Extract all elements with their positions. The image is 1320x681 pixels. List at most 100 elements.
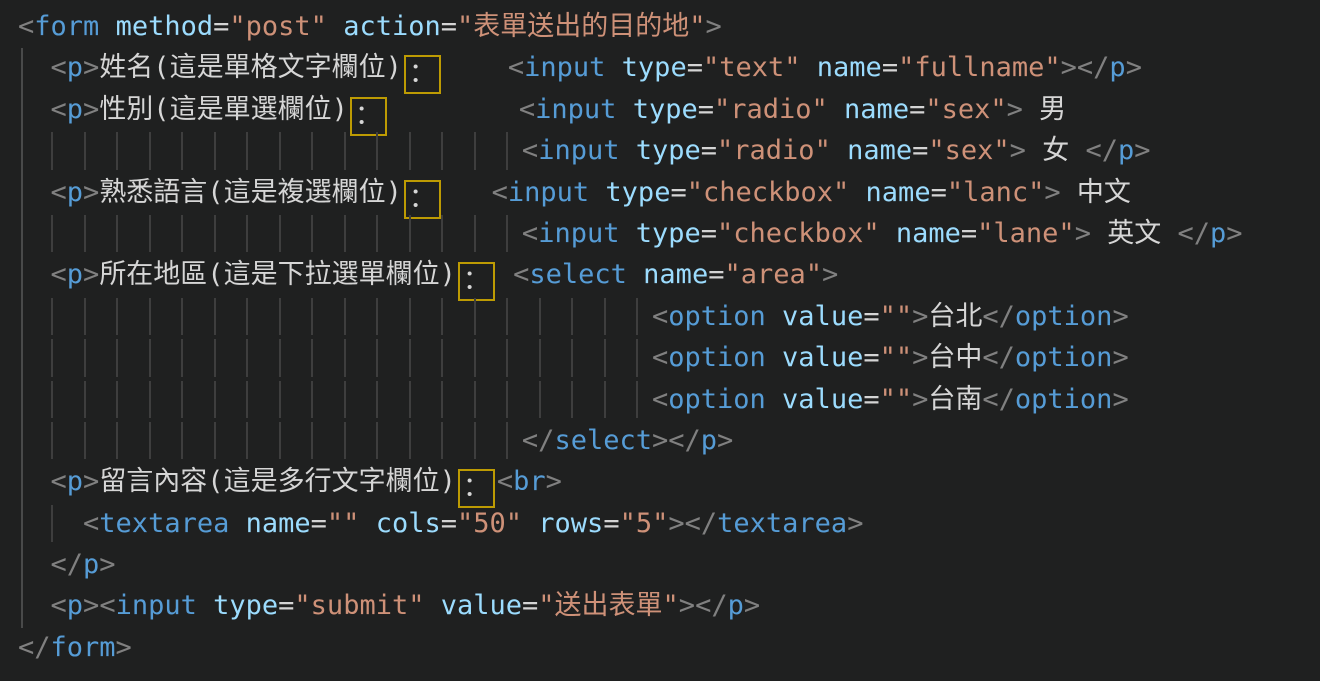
code-token-string: "radio" — [717, 135, 831, 166]
indent-guide — [84, 422, 86, 459]
indent-guide — [376, 381, 378, 418]
code-token-punctuation: < — [99, 590, 115, 621]
indent-guide — [279, 422, 281, 459]
code-token-equals-sign: = — [912, 135, 928, 166]
code-line-2[interactable]: <p>姓名(這是單格文字欄位)： <input type="text" name… — [0, 47, 1320, 88]
code-token-equals-sign: = — [701, 135, 717, 166]
indent-guide — [409, 339, 411, 376]
code-token-tag-name: p — [67, 259, 83, 290]
indent-guide — [214, 422, 216, 459]
code-token-punctuation: > — [83, 259, 99, 290]
code-token-punctuation: > — [912, 384, 928, 415]
code-token-punctuation: </ — [982, 301, 1015, 332]
code-line-6[interactable]: <input type="checkbox" name="lane"> 英文 <… — [0, 213, 1320, 254]
code-token-attribute-name: type — [636, 218, 701, 249]
code-token-equals-sign: = — [863, 342, 879, 373]
indent-guide — [409, 422, 411, 459]
code-token-plain-text — [849, 177, 865, 208]
code-token-string: "sex" — [925, 94, 1006, 125]
indent-guide — [344, 339, 346, 376]
code-token-plain-text — [766, 301, 782, 332]
vscode-editor-pane[interactable]: <form method="post" action="表單送出的目的地"> <… — [0, 0, 1320, 681]
code-line-11[interactable]: </select></p> — [0, 420, 1320, 461]
code-token-tag-name: input — [116, 590, 197, 621]
code-line-8[interactable]: <option value="">台北</option> — [0, 296, 1320, 337]
indent-guide — [51, 381, 53, 418]
code-token-punctuation: > — [546, 466, 562, 497]
leading-whitespace — [18, 259, 51, 290]
code-line-12[interactable]: <p>留言內容(這是多行文字欄位)：<br> — [0, 461, 1320, 502]
indent-guide — [246, 298, 248, 335]
code-line-13[interactable]: <textarea name="" cols="50" rows="5"></t… — [0, 503, 1320, 544]
code-token-string: "lanc" — [947, 177, 1045, 208]
code-token-plain-text — [229, 508, 245, 539]
code-line-9[interactable]: <option value="">台中</option> — [0, 337, 1320, 378]
indent-guide — [344, 215, 346, 252]
code-token-string: "" — [880, 384, 913, 415]
code-token-plain-text — [831, 135, 847, 166]
code-token-tag-name: p — [67, 590, 83, 621]
leading-whitespace — [18, 549, 51, 580]
code-line-14[interactable]: </p> — [0, 544, 1320, 585]
code-line-16[interactable]: </form> — [0, 627, 1320, 668]
code-token-punctuation: > — [83, 590, 99, 621]
code-token-punctuation: > — [1226, 218, 1242, 249]
code-token-tag-name: textarea — [99, 508, 229, 539]
code-token-punctuation: > — [1112, 342, 1128, 373]
code-token-equals-sign: = — [863, 384, 879, 415]
code-token-punctuation: < — [522, 218, 538, 249]
code-line-1[interactable]: <form method="post" action="表單送出的目的地"> — [0, 6, 1320, 47]
code-token-equals-sign: = — [603, 508, 619, 539]
code-token-punctuation: < — [51, 177, 67, 208]
code-token-plain-text: 台中 — [928, 342, 982, 373]
code-line-15[interactable]: <p><input type="submit" value="送出表單"></p… — [0, 585, 1320, 626]
indent-guide — [474, 298, 476, 335]
code-token-attribute-name: name — [643, 259, 708, 290]
code-token-string: "checkbox" — [687, 177, 850, 208]
code-token-plain-text — [443, 52, 508, 83]
code-token-plain-text — [605, 52, 621, 83]
code-token-punctuation: > — [1126, 52, 1142, 83]
code-token-attribute-name: type — [633, 94, 698, 125]
code-line-7[interactable]: <p>所在地區(這是下拉選單欄位)： <select name="area"> — [0, 254, 1320, 295]
leading-whitespace — [18, 425, 522, 456]
indent-guide — [149, 215, 151, 252]
code-token-plain-text: 留言內容(這是多行文字欄位) — [99, 466, 456, 497]
code-token-punctuation: > — [1061, 52, 1077, 83]
code-token-attribute-name: name — [817, 52, 882, 83]
code-token-tag-name: form — [51, 632, 116, 663]
code-token-plain-text — [497, 259, 513, 290]
code-token-attribute-name: value — [782, 342, 863, 373]
code-token-punctuation: </ — [668, 425, 701, 456]
code-token-attribute-name: value — [782, 384, 863, 415]
code-token-punctuation: < — [51, 94, 67, 125]
code-token-plain-text — [589, 177, 605, 208]
code-area[interactable]: <form method="post" action="表單送出的目的地"> <… — [0, 6, 1320, 668]
indent-guide — [116, 381, 118, 418]
code-token-punctuation: > — [83, 94, 99, 125]
code-token-string: "50" — [457, 508, 522, 539]
code-token-punctuation: > — [1010, 135, 1026, 166]
code-token-punctuation: > — [822, 259, 838, 290]
code-token-punctuation: > — [1007, 94, 1023, 125]
indent-guide — [311, 215, 313, 252]
code-token-plain-text — [880, 218, 896, 249]
code-token-equals-sign: = — [961, 218, 977, 249]
indent-guide — [84, 298, 86, 335]
code-line-10[interactable]: <option value="">台南</option> — [0, 379, 1320, 420]
code-token-tag-name: p — [67, 94, 83, 125]
indent-guide — [571, 298, 573, 335]
indent-guide — [441, 298, 443, 335]
code-token-punctuation: > — [1112, 384, 1128, 415]
indent-guide — [246, 339, 248, 376]
code-token-attribute-name: name — [847, 135, 912, 166]
code-token-string: "" — [327, 508, 360, 539]
code-token-punctuation: < — [652, 301, 668, 332]
indent-guide — [604, 339, 606, 376]
code-line-3[interactable]: <p>性別(這是單選欄位)： <input type="radio" name=… — [0, 89, 1320, 130]
code-line-5[interactable]: <p>熟悉語言(這是複選欄位)： <input type="checkbox" … — [0, 172, 1320, 213]
code-line-4[interactable]: <input type="radio" name="sex"> 女 </p> — [0, 130, 1320, 171]
indent-guide — [474, 132, 476, 169]
code-token-equals-sign: = — [522, 590, 538, 621]
indent-guide — [149, 422, 151, 459]
